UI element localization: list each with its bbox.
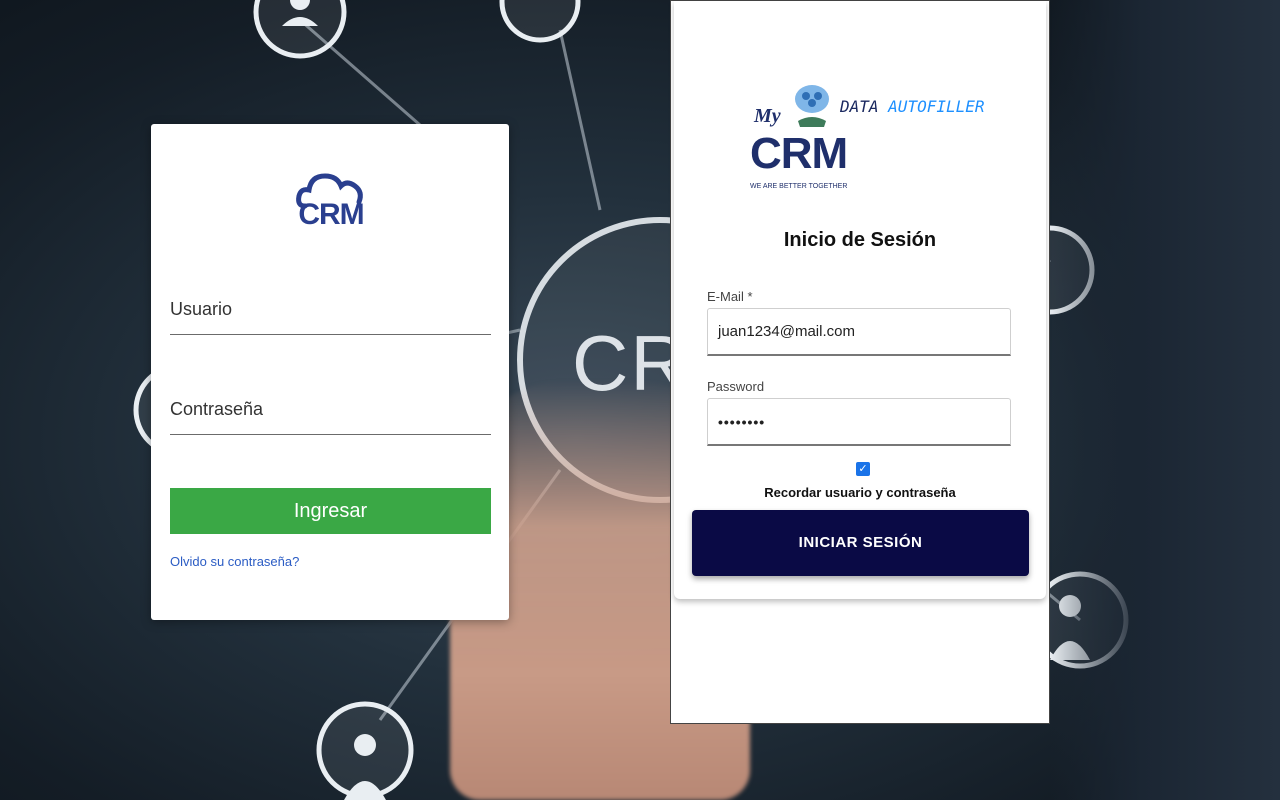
remember-checkbox[interactable]: ✓ <box>856 462 870 476</box>
people-cloud-icon <box>795 85 829 127</box>
password-field[interactable]: Contraseña <box>170 394 491 435</box>
autofiller-login-card: My CRM WE ARE BETTER TOGETHER DATA AUTOF… <box>674 1 1046 599</box>
username-field[interactable]: Usuario <box>170 294 491 335</box>
iniciar-sesion-button[interactable]: INICIAR SESIÓN <box>692 510 1029 576</box>
username-placeholder: Usuario <box>170 299 233 319</box>
mycrm-my-text: My <box>754 105 781 127</box>
crm-login-card: CRM Usuario Contraseña Ingresar Olvido s… <box>151 124 509 620</box>
mycrm-logo: My CRM WE ARE BETTER TOGETHER <box>750 83 848 195</box>
ingresar-button[interactable]: Ingresar <box>170 488 491 534</box>
autofiller-popup: My CRM WE ARE BETTER TOGETHER DATA AUTOF… <box>670 0 1050 724</box>
login-title: Inicio de Sesión <box>783 229 937 251</box>
extension-name-autofiller: AUTOFILLER <box>888 97 985 116</box>
email-label: E-Mail * <box>707 289 753 304</box>
password-placeholder: Contraseña <box>170 399 264 419</box>
mycrm-crm-text: CRM <box>750 129 848 178</box>
crm-logo: CRM <box>295 170 367 236</box>
remember-label: Recordar usuario y contraseña <box>764 485 956 500</box>
forgot-password-link[interactable]: Olvido su contraseña? <box>170 554 299 569</box>
mycrm-tagline: WE ARE BETTER TOGETHER <box>750 183 848 190</box>
password-input[interactable]: •••••••• <box>707 398 1011 446</box>
extension-name: DATA AUTOFILLER <box>840 97 985 116</box>
password-label: Password <box>707 379 765 394</box>
extension-name-data: DATA <box>840 97 879 116</box>
email-field[interactable]: juan1234@mail.com <box>707 308 1011 356</box>
crm-logo-text: CRM <box>298 198 364 231</box>
background-suit <box>1050 0 1280 800</box>
